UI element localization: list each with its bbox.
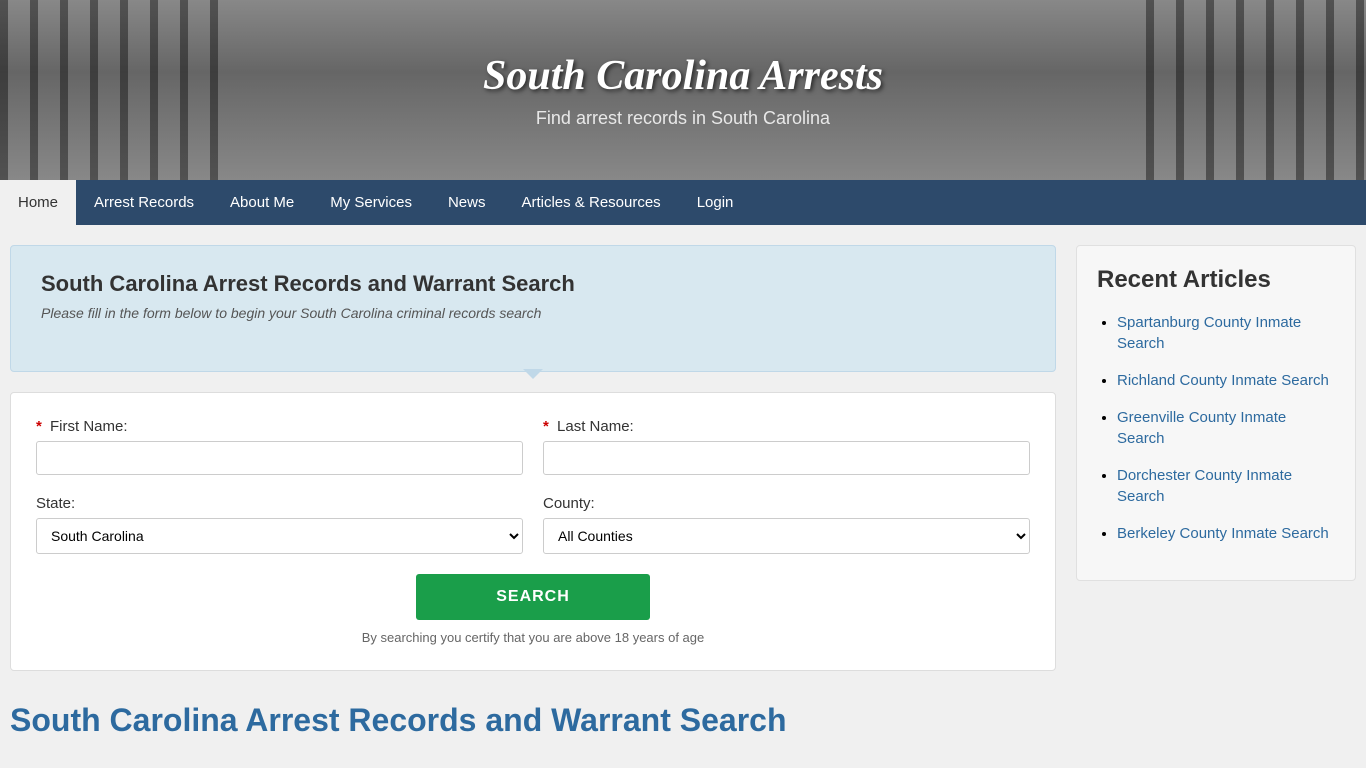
sidebar: Recent Articles Spartanburg County Inmat… — [1076, 245, 1356, 739]
nav-item-login[interactable]: Login — [679, 180, 752, 225]
recent-articles-title: Recent Articles — [1097, 266, 1335, 294]
search-btn-row: SEARCH — [36, 574, 1030, 620]
main-wrapper: South Carolina Arrest Records and Warran… — [0, 225, 1366, 759]
recent-article-item: Spartanburg County Inmate Search — [1117, 312, 1335, 354]
site-subtitle: Find arrest records in South Carolina — [483, 108, 883, 129]
location-row: State: South Carolina County: All Counti… — [36, 495, 1030, 554]
recent-articles-list: Spartanburg County Inmate Search Richland… — [1097, 312, 1335, 544]
search-box-heading: South Carolina Arrest Records and Warran… — [41, 271, 1025, 297]
search-button[interactable]: SEARCH — [416, 574, 650, 620]
state-select[interactable]: South Carolina — [36, 518, 523, 554]
site-title: South Carolina Arrests — [483, 52, 883, 100]
first-name-required: * — [36, 418, 42, 435]
nav-list: HomeArrest RecordsAbout MeMy ServicesNew… — [0, 180, 1366, 225]
last-name-required: * — [543, 418, 549, 435]
nav-link[interactable]: Articles & Resources — [503, 180, 678, 225]
main-nav: HomeArrest RecordsAbout MeMy ServicesNew… — [0, 180, 1366, 225]
nav-item-articles-&-resources[interactable]: Articles & Resources — [503, 180, 678, 225]
last-name-group: * Last Name: — [543, 418, 1030, 475]
nav-link[interactable]: Arrest Records — [76, 180, 212, 225]
recent-article-link[interactable]: Spartanburg County Inmate Search — [1117, 314, 1301, 352]
nav-link[interactable]: About Me — [212, 180, 312, 225]
recent-article-item: Dorchester County Inmate Search — [1117, 465, 1335, 507]
header-content: South Carolina Arrests Find arrest recor… — [483, 52, 883, 129]
bottom-heading: South Carolina Arrest Records and Warran… — [10, 701, 1056, 739]
sidebar-recent-articles: Recent Articles Spartanburg County Inmat… — [1076, 245, 1356, 581]
nav-item-home[interactable]: Home — [0, 180, 76, 225]
first-name-label: * First Name: — [36, 418, 523, 435]
recent-article-link[interactable]: Berkeley County Inmate Search — [1117, 525, 1329, 542]
search-box-subtext: Please fill in the form below to begin y… — [41, 305, 1025, 321]
state-group: State: South Carolina — [36, 495, 523, 554]
state-label: State: — [36, 495, 523, 512]
county-label: County: — [543, 495, 1030, 512]
nav-link[interactable]: Home — [0, 180, 76, 225]
nav-item-about-me[interactable]: About Me — [212, 180, 312, 225]
last-name-input[interactable] — [543, 441, 1030, 475]
first-name-group: * First Name: — [36, 418, 523, 475]
recent-article-item: Berkeley County Inmate Search — [1117, 523, 1335, 544]
name-row: * First Name: * Last Name: — [36, 418, 1030, 475]
nav-item-arrest-records[interactable]: Arrest Records — [76, 180, 212, 225]
county-select[interactable]: All Counties — [543, 518, 1030, 554]
search-box-banner: South Carolina Arrest Records and Warran… — [10, 245, 1056, 372]
last-name-label: * Last Name: — [543, 418, 1030, 435]
header-bars-left — [0, 0, 220, 180]
header-bars-right — [1146, 0, 1366, 180]
nav-link[interactable]: Login — [679, 180, 752, 225]
county-group: County: All Counties — [543, 495, 1030, 554]
site-header: South Carolina Arrests Find arrest recor… — [0, 0, 1366, 180]
recent-article-link[interactable]: Greenville County Inmate Search — [1117, 409, 1286, 447]
nav-item-news[interactable]: News — [430, 180, 504, 225]
recent-article-item: Richland County Inmate Search — [1117, 370, 1335, 391]
search-form-container: * First Name: * Last Name: State: — [10, 392, 1056, 671]
nav-link[interactable]: News — [430, 180, 504, 225]
recent-article-link[interactable]: Dorchester County Inmate Search — [1117, 467, 1292, 505]
recent-article-item: Greenville County Inmate Search — [1117, 407, 1335, 449]
content-area: South Carolina Arrest Records and Warran… — [10, 245, 1056, 739]
nav-link[interactable]: My Services — [312, 180, 430, 225]
first-name-input[interactable] — [36, 441, 523, 475]
nav-item-my-services[interactable]: My Services — [312, 180, 430, 225]
recent-article-link[interactable]: Richland County Inmate Search — [1117, 372, 1329, 389]
certify-text: By searching you certify that you are ab… — [36, 630, 1030, 645]
